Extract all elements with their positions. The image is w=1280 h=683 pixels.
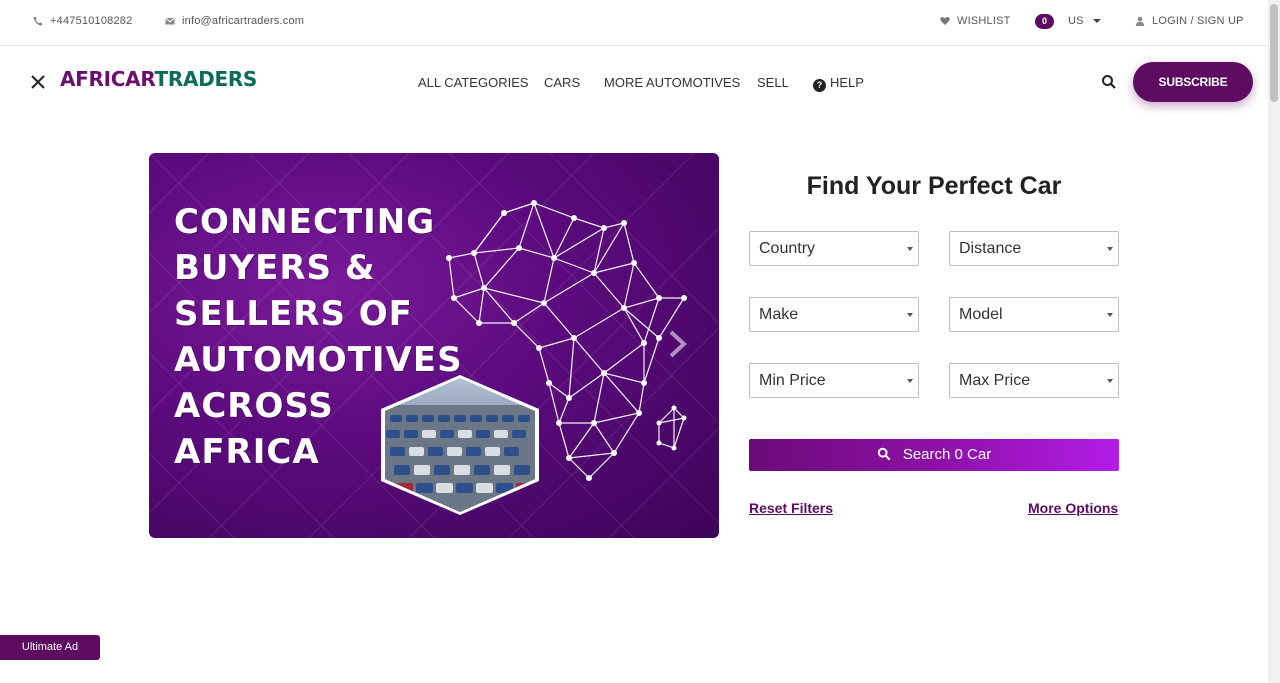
reset-filters-link[interactable]: Reset Filters (749, 500, 833, 516)
dropdown-arrow-icon (1107, 247, 1113, 251)
search-icon (877, 447, 891, 461)
login-label: LOGIN / SIGN UP (1152, 15, 1244, 27)
hero-banner[interactable]: CONNECTING BUYERS & SELLERS OF AUTOMOTIV… (149, 153, 719, 538)
dropdown-arrow-icon (907, 313, 913, 317)
nav-help-label: HELP (830, 75, 864, 90)
logo-part-traders: TRADERS (154, 67, 258, 91)
distance-select[interactable]: Distance (949, 231, 1119, 266)
hero-line: CONNECTING (174, 202, 436, 242)
email-address: info@africartraders.com (182, 15, 305, 27)
phone-number: +447510108282 (50, 15, 133, 27)
heart-icon (940, 16, 950, 26)
nav-sell[interactable]: SELL (757, 75, 789, 90)
more-options-link[interactable]: More Options (1028, 500, 1118, 516)
dropdown-arrow-icon (1107, 313, 1113, 317)
nav-all-categories[interactable]: ALL CATEGORIES (418, 75, 529, 90)
make-select-value: Make (759, 306, 799, 323)
hero-line: SELLERS OF (174, 294, 413, 334)
phone-contact[interactable]: +447510108282 (33, 15, 132, 27)
login-link[interactable]: LOGIN / SIGN UP (1135, 15, 1244, 27)
phone-icon (33, 16, 43, 26)
country-select-value: Country (759, 240, 816, 257)
search-panel-title: Find Your Perfect Car (806, 172, 1062, 200)
hero-line: BUYERS & (174, 248, 376, 288)
page-scrollbar[interactable] (1268, 0, 1280, 683)
search-cars-button[interactable]: Search 0 Car (749, 439, 1119, 471)
wishlist-count-badge: 0 (1035, 14, 1054, 29)
carousel-next-arrow-icon[interactable] (667, 329, 689, 359)
min-price-select[interactable]: Min Price (749, 363, 919, 398)
wishlist-label: WISHLIST (957, 15, 1011, 27)
nav-cars[interactable]: CARS (544, 75, 580, 90)
subscribe-button[interactable]: SUBSCRIBE (1133, 62, 1253, 102)
close-icon[interactable] (30, 74, 46, 90)
country-select[interactable]: Country (749, 231, 919, 266)
dropdown-arrow-icon (907, 379, 913, 383)
email-contact[interactable]: info@africartraders.com (165, 15, 304, 27)
wishlist-link[interactable]: WISHLIST (940, 15, 1011, 27)
page: +447510108282 info@africartraders.com WI… (0, 0, 1280, 683)
make-select[interactable]: Make (749, 297, 919, 332)
user-icon (1135, 16, 1145, 26)
max-price-select-value: Max Price (959, 372, 1031, 389)
ultimate-ad-badge[interactable]: Ultimate Ad (0, 635, 100, 660)
max-price-select[interactable]: Max Price (949, 363, 1119, 398)
dropdown-arrow-icon (1107, 379, 1113, 383)
model-select[interactable]: Model (949, 297, 1119, 332)
model-select-value: Model (959, 306, 1003, 323)
distance-select-value: Distance (959, 240, 1022, 257)
search-cars-label: Search 0 Car (902, 446, 992, 463)
top-bar: +447510108282 info@africartraders.com WI… (0, 0, 1268, 46)
min-price-select-value: Min Price (759, 372, 826, 389)
dropdown-arrow-icon (907, 247, 913, 251)
logo-part-africar: AFRICAR (60, 67, 155, 91)
nav-more-automotives[interactable]: MORE AUTOMOTIVES (604, 75, 740, 90)
currency-label: US (1068, 15, 1084, 27)
help-icon: ? (813, 79, 826, 92)
caret-down-icon (1092, 19, 1101, 23)
scrollbar-thumb[interactable] (1270, 4, 1278, 102)
envelope-icon (165, 16, 175, 26)
nav-help[interactable]: ? HELP (813, 75, 864, 92)
currency-selector[interactable]: US (1068, 15, 1101, 27)
search-icon[interactable] (1101, 74, 1117, 90)
car-lot-hexagon-image (381, 375, 539, 515)
site-logo[interactable]: AFRICARTRADERS (60, 67, 257, 91)
